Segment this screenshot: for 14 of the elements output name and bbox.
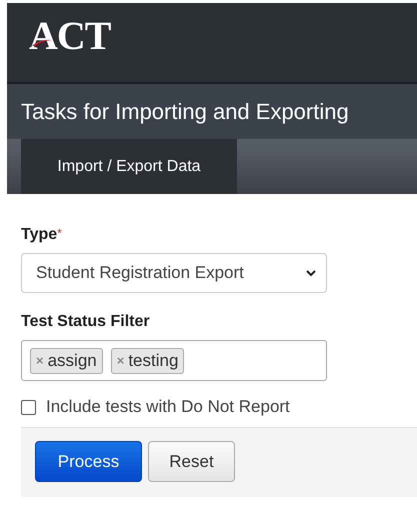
field-label: Test Status Filter — [21, 313, 151, 331]
reset-button[interactable]: Reset — [148, 441, 235, 482]
type-dropdown[interactable]: Student Registration Export — [21, 253, 327, 293]
required-mark: * — [57, 226, 62, 240]
checkbox-label: Include tests with Do Not Report — [46, 397, 290, 417]
tag-label: testing — [128, 350, 178, 370]
field-label: Type — [21, 226, 58, 244]
logo: ACT — [29, 12, 110, 59]
page-title: Tasks for Importing and Exporting — [20, 98, 349, 124]
tag-label: assign — [48, 350, 97, 370]
process-button[interactable]: Process — [35, 441, 142, 482]
tab[interactable]: Import / Export Data — [21, 139, 237, 194]
chevron-down-icon — [306, 270, 316, 276]
checkbox[interactable] — [21, 400, 36, 414]
